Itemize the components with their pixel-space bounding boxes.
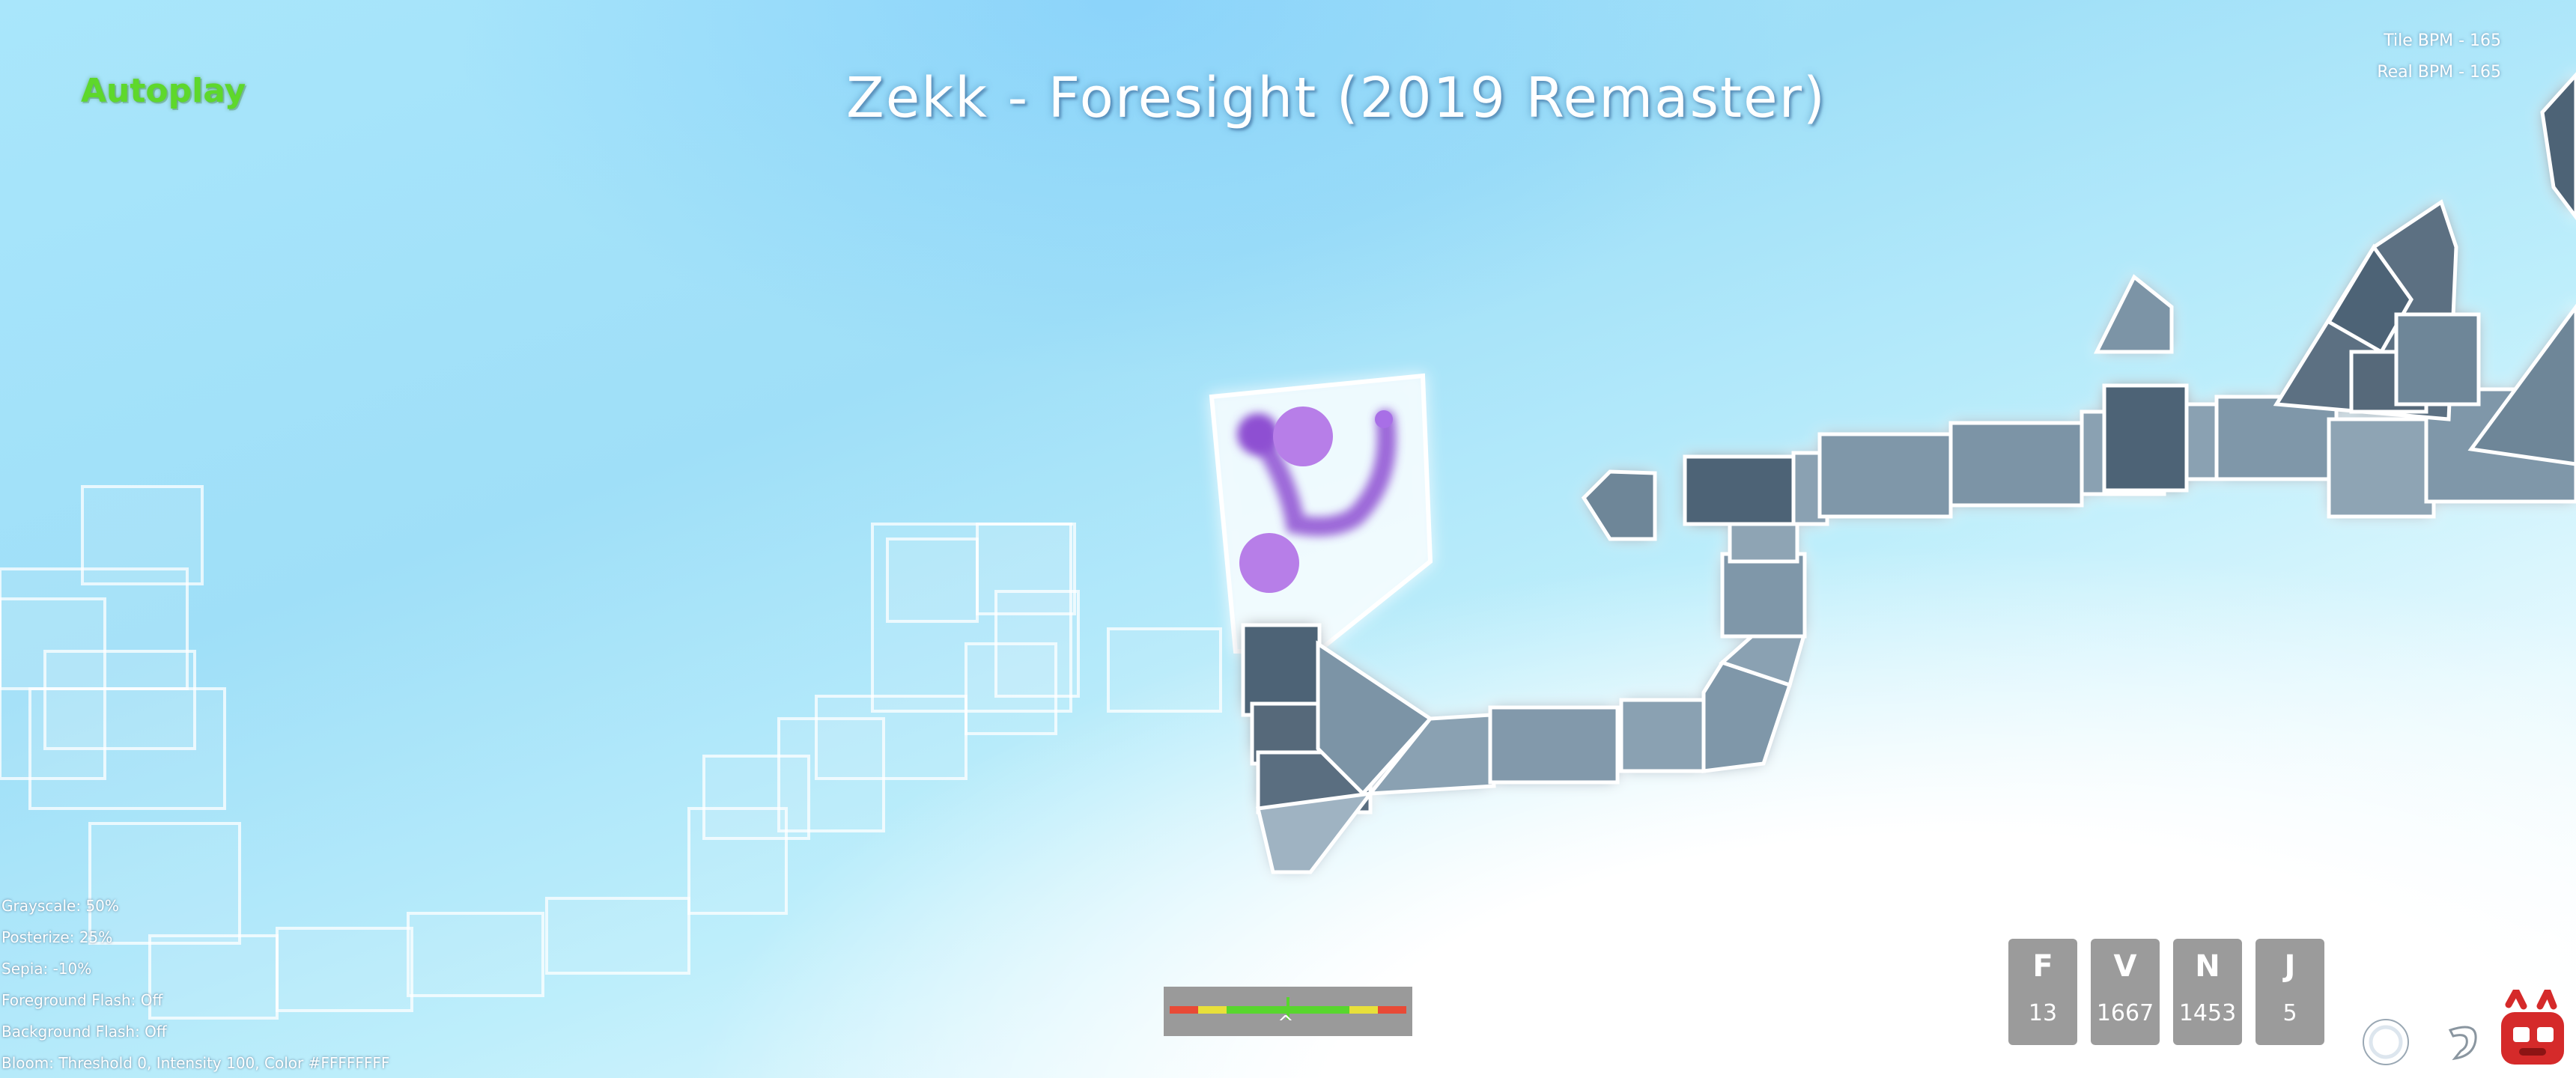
judgement-count: 1667 (2096, 1000, 2154, 1026)
judgement-f: F 13 (2008, 939, 2077, 1045)
judgement-label: N (2195, 949, 2220, 984)
effect-bloom: Bloom: Threshold 0, Intensity 100, Color… (1, 1054, 390, 1072)
judgement-label: F (2032, 949, 2053, 984)
judgement-count: 13 (2028, 1000, 2058, 1026)
judgement-label: J (2284, 949, 2296, 984)
ice-planet (1239, 533, 1299, 593)
spiral-icon[interactable] (2359, 1015, 2413, 1069)
hook-icon[interactable] (2438, 1017, 2488, 1066)
timing-caret-icon: ^ (1278, 1012, 1294, 1035)
effect-posterize: Posterize: 25% (1, 928, 113, 946)
effect-sepia: Sepia: -10% (1, 960, 92, 978)
past-tiles (0, 485, 1222, 1020)
autoplay-label: Autoplay (81, 72, 246, 110)
track-tiles[interactable] (1241, 72, 2576, 874)
song-title: Zekk - Foresight (2019 Remaster) (846, 66, 1826, 130)
judgement-count: 5 (2282, 1000, 2297, 1026)
effect-foreground-flash: Foreground Flash: Off (1, 991, 163, 1009)
real-bpm: Real BPM - 165 (2377, 63, 2501, 82)
judgement-v: V 1667 (2091, 939, 2160, 1045)
judgement-count: 1453 (2178, 1000, 2237, 1026)
effect-grayscale: Grayscale: 50% (1, 897, 119, 915)
judgement-j: J 5 (2255, 939, 2324, 1045)
mascot-icon[interactable] (2494, 990, 2570, 1071)
timing-bar: ^ (1164, 987, 1412, 1036)
judgement-n: N 1453 (2173, 939, 2242, 1045)
fire-planet (1273, 406, 1333, 466)
effect-background-flash: Background Flash: Off (1, 1023, 167, 1041)
judgement-label: V (2113, 949, 2137, 984)
track-layer (0, 72, 2576, 1020)
tile-bpm: Tile BPM - 165 (2384, 31, 2501, 50)
